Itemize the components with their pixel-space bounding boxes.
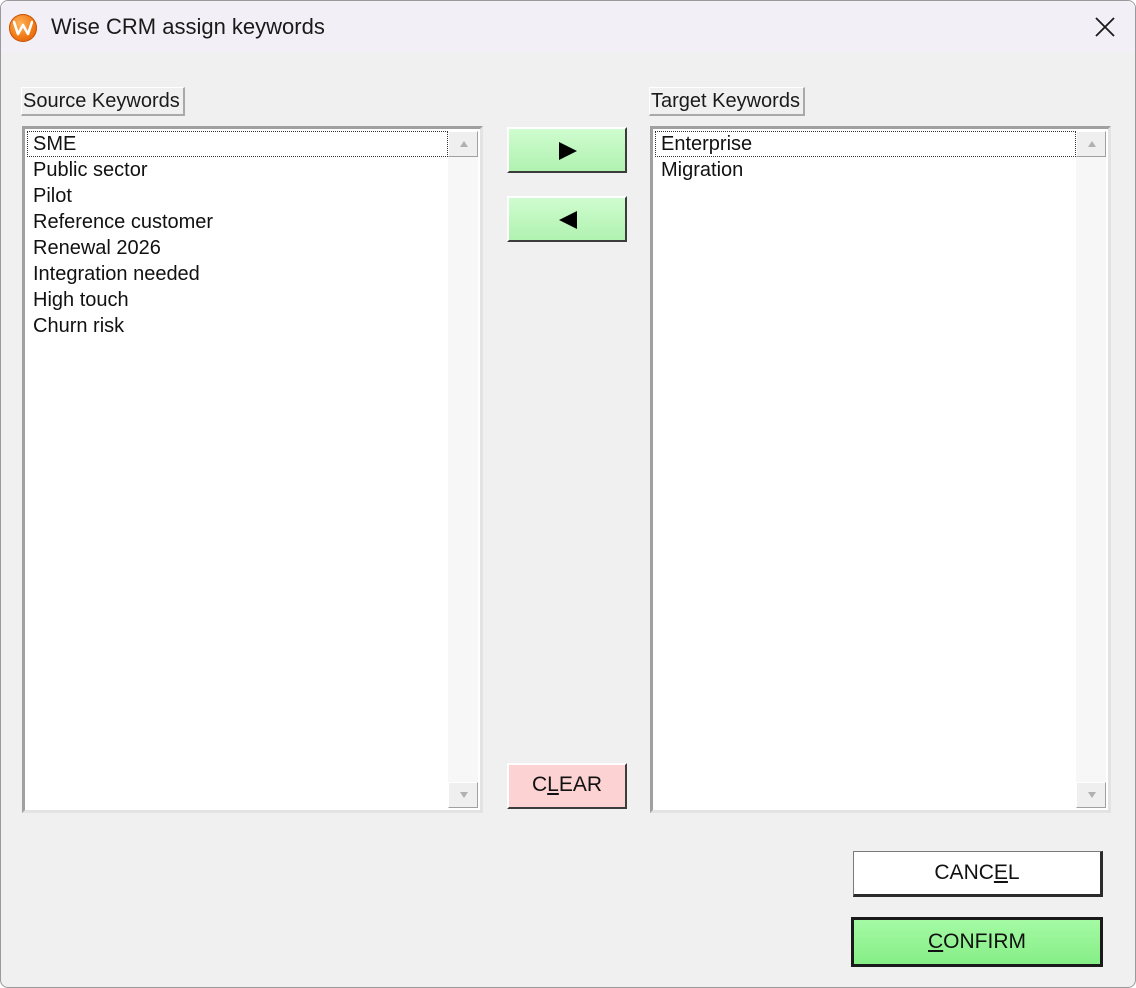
confirm-label-accel: C — [928, 930, 944, 953]
target-keywords-items: Enterprise Migration — [655, 131, 1076, 808]
target-scroll-up-button[interactable] — [1076, 131, 1106, 157]
clear-button[interactable]: CLEAR — [507, 763, 627, 809]
clear-label-post: EAR — [558, 773, 603, 796]
source-scrollbar[interactable] — [448, 131, 478, 808]
list-item[interactable]: Enterprise — [655, 131, 1076, 157]
confirm-label-post: ONFIRM — [943, 930, 1026, 953]
source-keywords-listbox[interactable]: SME Public sector Pilot Reference customer R… — [22, 126, 483, 813]
scroll-up-arrow-icon — [1088, 141, 1096, 147]
cancel-label-accel: E — [993, 861, 1008, 884]
close-icon — [1095, 17, 1115, 37]
source-keywords-label: Source Keywords — [21, 87, 185, 116]
clear-label-pre: C — [531, 773, 548, 796]
source-scroll-down-button[interactable] — [448, 782, 478, 808]
move-to-target-button[interactable] — [507, 127, 627, 173]
list-item[interactable]: Public sector — [27, 157, 448, 183]
triangle-right-icon — [559, 142, 577, 160]
list-item[interactable]: SME — [27, 131, 448, 157]
target-keywords-label: Target Keywords — [649, 87, 805, 116]
title-bar[interactable]: Wise CRM assign keywords — [1, 1, 1135, 53]
list-item[interactable]: Renewal 2026 — [27, 235, 448, 261]
target-keywords-listbox[interactable]: Enterprise Migration — [650, 126, 1111, 813]
list-item[interactable]: Pilot — [27, 183, 448, 209]
list-item[interactable]: Reference customer — [27, 209, 448, 235]
list-item[interactable]: Churn risk — [27, 313, 448, 339]
list-item[interactable]: Integration needed — [27, 261, 448, 287]
clear-label-accel: L — [547, 773, 559, 796]
confirm-button[interactable]: CONFIRM — [851, 917, 1103, 967]
list-item[interactable]: High touch — [27, 287, 448, 313]
move-to-source-button[interactable] — [507, 196, 627, 242]
close-button[interactable] — [1085, 7, 1125, 47]
list-item[interactable]: Migration — [655, 157, 1076, 183]
cancel-button[interactable]: CANCEL — [853, 851, 1103, 897]
window-title: Wise CRM assign keywords — [51, 14, 325, 39]
cancel-label-post: L — [1007, 861, 1020, 884]
triangle-left-icon — [559, 211, 577, 229]
scroll-down-arrow-icon — [460, 792, 468, 798]
wise-crm-logo-icon — [9, 14, 37, 42]
dialog-window: Wise CRM assign keywords Source Keywords… — [0, 0, 1136, 988]
target-scrollbar[interactable] — [1076, 131, 1106, 808]
source-keywords-items: SME Public sector Pilot Reference customer R… — [27, 131, 448, 808]
scroll-down-arrow-icon — [1088, 792, 1096, 798]
target-scroll-down-button[interactable] — [1076, 782, 1106, 808]
source-scroll-up-button[interactable] — [448, 131, 478, 157]
cancel-label-pre: CANC — [934, 861, 994, 884]
scroll-up-arrow-icon — [460, 141, 468, 147]
